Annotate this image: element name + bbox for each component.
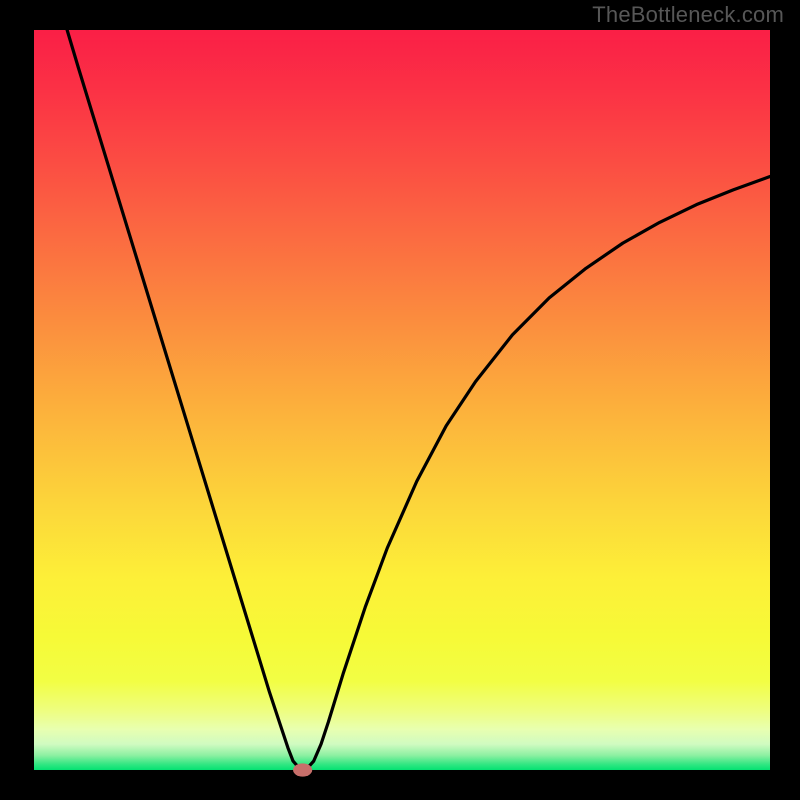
plot-background (34, 30, 770, 770)
bottleneck-chart (0, 0, 800, 800)
watermark-text: TheBottleneck.com (592, 2, 784, 28)
optimal-point-marker (293, 763, 312, 776)
chart-container: TheBottleneck.com (0, 0, 800, 800)
